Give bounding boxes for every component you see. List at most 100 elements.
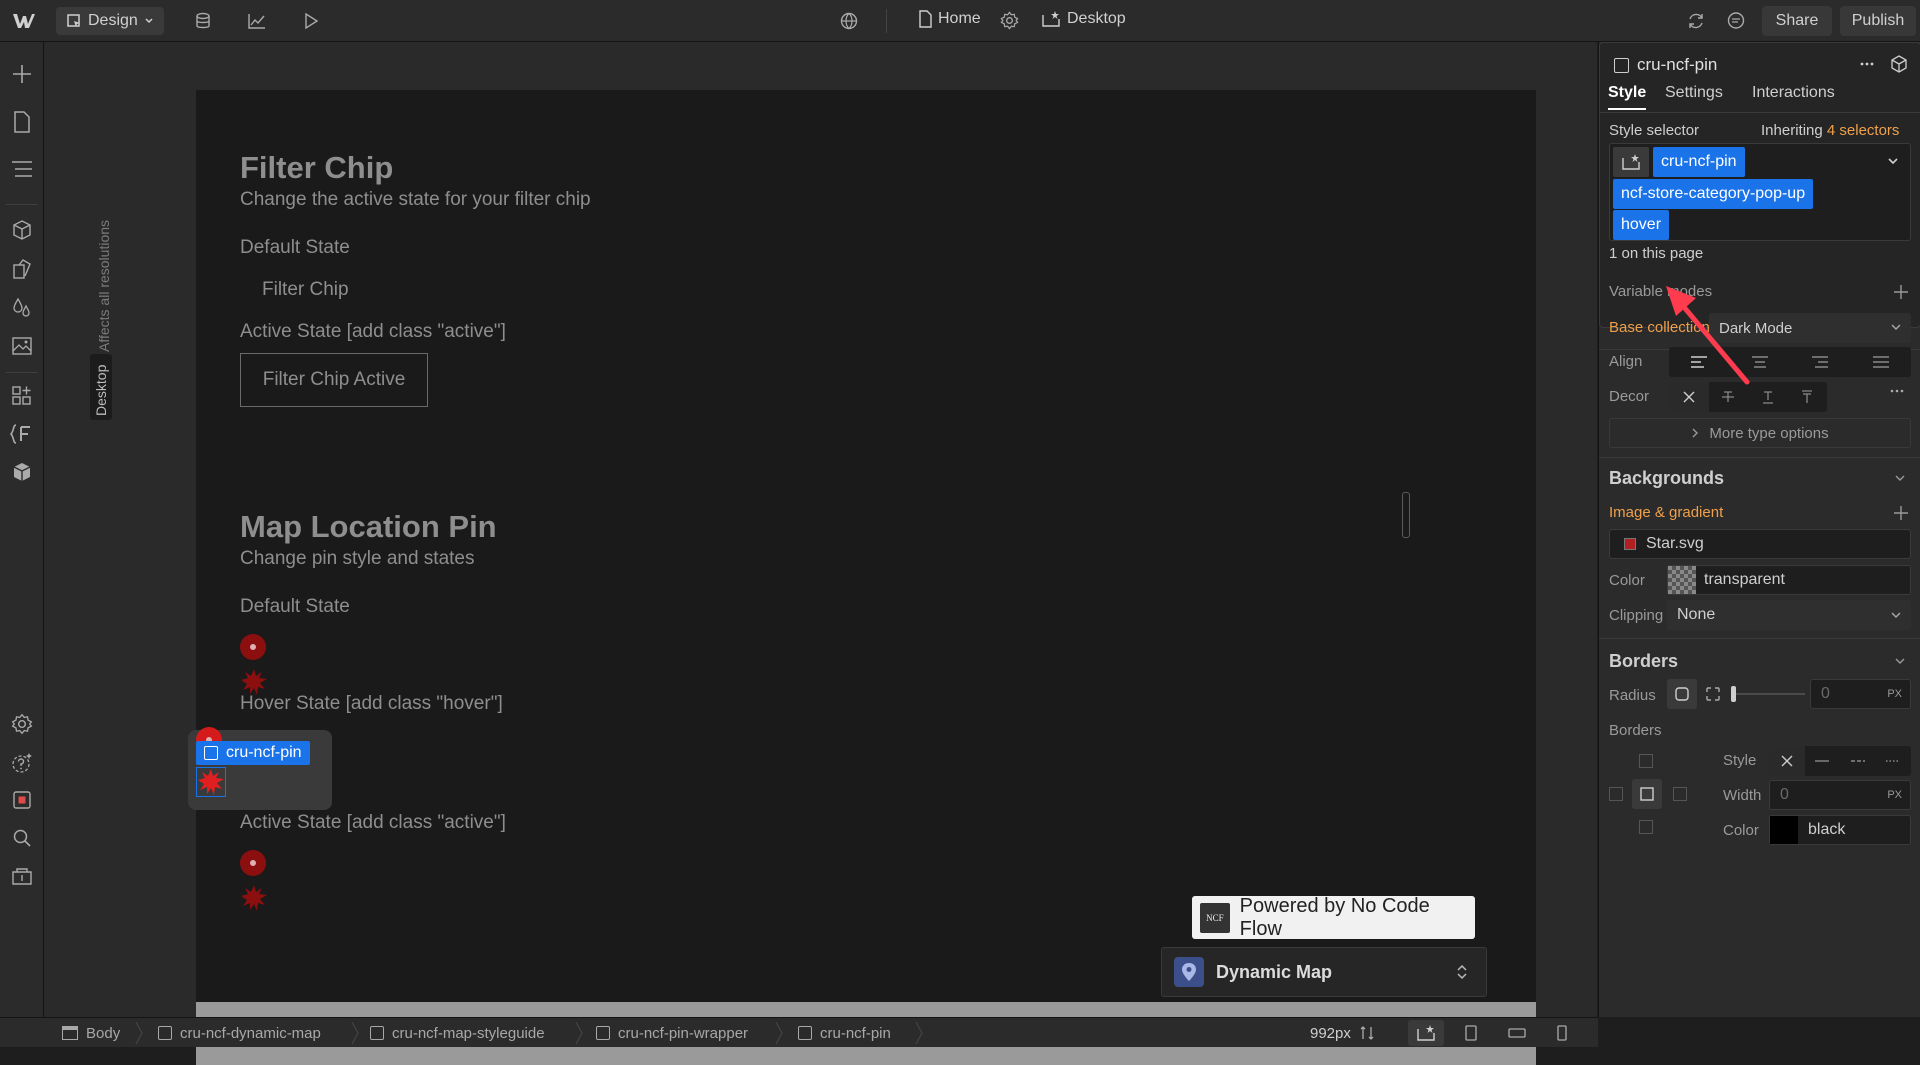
borders-title[interactable]: Borders [1609, 651, 1678, 672]
filter-chip-description: Change the active state for your filter … [240, 189, 591, 210]
overline-icon[interactable] [1788, 382, 1828, 412]
comments-icon[interactable] [1726, 11, 1746, 31]
ncf-badge[interactable]: NCF Powered by No Code Flow [1192, 895, 1475, 940]
element-box-icon [204, 746, 218, 760]
border-bottom-icon[interactable] [1639, 820, 1653, 834]
backgrounds-title[interactable]: Backgrounds [1609, 468, 1724, 489]
align-justify-icon[interactable] [1851, 347, 1912, 377]
globe-icon[interactable] [839, 11, 859, 31]
sidebar-divider [6, 204, 38, 205]
share-button[interactable]: Share [1762, 6, 1832, 36]
selector-chip-combo[interactable]: ncf-store-category-pop-up [1613, 179, 1814, 209]
breadcrumb-pin-wrapper[interactable]: cru-ncf-pin-wrapper [596, 1018, 748, 1048]
canvas-width-readout[interactable]: 992px [1310, 1018, 1375, 1048]
breadcrumb-label: cru-ncf-dynamic-map [180, 1024, 321, 1042]
breakpoint-star-icon[interactable] [1613, 147, 1649, 177]
shortcuts-icon[interactable] [8, 862, 36, 890]
breadcrumb-map-styleguide[interactable]: cru-ncf-map-styleguide [370, 1018, 545, 1048]
analytics-icon[interactable] [247, 12, 267, 30]
inheriting-info[interactable]: Inheriting 4 selectors [1761, 122, 1899, 139]
up-down-chevron-icon[interactable] [1456, 963, 1468, 981]
inheriting-count: 4 selectors [1826, 122, 1900, 139]
border-style-control[interactable] [1769, 746, 1911, 776]
page-settings-gear-icon[interactable] [1000, 11, 1019, 30]
settings-gear-icon[interactable] [8, 710, 36, 738]
tab-settings[interactable]: Settings [1665, 84, 1723, 102]
breadcrumb-pin[interactable]: cru-ncf-pin [798, 1018, 891, 1048]
map-pin-default[interactable] [240, 634, 266, 660]
more-dots-icon[interactable] [1889, 388, 1905, 394]
apps-grid-icon[interactable] [8, 382, 36, 410]
clipping-select[interactable]: None [1667, 600, 1911, 630]
design-mode-button[interactable]: Design [56, 7, 164, 35]
align-right-icon[interactable] [1790, 347, 1851, 377]
navigator-icon[interactable] [8, 155, 36, 183]
radius-slider-handle[interactable] [1731, 686, 1736, 702]
component-cube-icon[interactable] [1889, 54, 1909, 74]
mobile-portrait-icon[interactable] [1556, 1025, 1568, 1041]
preview-play-icon[interactable] [303, 12, 319, 30]
border-none-icon[interactable] [1769, 746, 1805, 776]
publish-button[interactable]: Publish [1840, 6, 1916, 36]
selector-chip-class[interactable]: cru-ncf-pin [1653, 147, 1745, 177]
style-manager-icon[interactable] [8, 255, 36, 283]
breakpoint-selector[interactable]: Desktop [1041, 10, 1126, 28]
variables-drops-icon[interactable] [8, 294, 36, 322]
sync-icon[interactable] [1686, 11, 1706, 31]
selected-element-label[interactable]: cru-ncf-pin [196, 741, 310, 765]
search-icon[interactable] [8, 824, 36, 852]
webflow-logo-icon[interactable] [12, 11, 36, 31]
dynamic-map-component[interactable]: Dynamic Map [1161, 947, 1487, 997]
record-icon[interactable] [8, 786, 36, 814]
add-elements-icon[interactable] [8, 60, 36, 88]
pages-icon[interactable] [8, 108, 36, 136]
selected-star-pin[interactable] [196, 767, 226, 797]
desktop-breakpoint-tab[interactable]: Desktop [90, 354, 112, 420]
more-type-options-button[interactable]: More type options [1609, 418, 1911, 448]
background-image-layer[interactable]: Star.svg [1609, 529, 1911, 559]
cms-box-icon[interactable] [8, 458, 36, 486]
components-cube-icon[interactable] [8, 216, 36, 244]
chevron-down-icon[interactable] [1887, 156, 1899, 166]
desktop-breakpoint-icon[interactable] [1408, 1020, 1444, 1046]
star-pin-icon [198, 769, 224, 795]
border-solid-icon[interactable] [1805, 746, 1841, 776]
decor-label: Decor [1609, 388, 1650, 405]
tablet-breakpoint-icon[interactable] [1464, 1025, 1478, 1041]
chevron-down-icon[interactable] [1895, 657, 1905, 665]
border-dashed-icon[interactable] [1840, 746, 1876, 776]
border-left-icon[interactable] [1609, 787, 1623, 801]
assets-image-icon[interactable] [8, 332, 36, 360]
radius-input[interactable]: 0 PX [1810, 679, 1911, 709]
more-dots-icon[interactable] [1859, 56, 1875, 72]
add-icon[interactable] [1893, 284, 1909, 300]
border-dotted-icon[interactable] [1876, 746, 1912, 776]
radius-all-icon[interactable] [1667, 679, 1697, 709]
database-icon[interactable] [194, 12, 212, 30]
breadcrumb-dynamic-map[interactable]: cru-ncf-dynamic-map [158, 1018, 321, 1048]
bg-color-input[interactable]: transparent [1667, 565, 1911, 595]
selector-chip-state[interactable]: hover [1613, 210, 1670, 240]
border-all-icon[interactable] [1632, 779, 1662, 809]
mobile-landscape-icon[interactable] [1508, 1027, 1526, 1039]
radius-slider-track[interactable] [1733, 693, 1805, 695]
help-icon[interactable] [8, 749, 36, 777]
chevron-down-icon[interactable] [1895, 474, 1905, 482]
filter-chip[interactable]: Filter Chip [262, 279, 349, 301]
radius-individual-icon[interactable] [1705, 686, 1721, 702]
finsweet-attributes-icon[interactable] [8, 420, 36, 448]
border-right-icon[interactable] [1673, 787, 1687, 801]
border-top-icon[interactable] [1639, 754, 1653, 768]
border-color-input[interactable]: black [1769, 815, 1911, 845]
map-pin-active[interactable] [240, 850, 266, 876]
tab-style[interactable]: Style [1608, 84, 1646, 102]
resize-handle[interactable] [1402, 492, 1410, 538]
breadcrumb-body[interactable]: Body [62, 1018, 120, 1048]
tab-interactions[interactable]: Interactions [1752, 84, 1835, 102]
page-selector[interactable]: Home [918, 10, 981, 28]
filter-chip-active[interactable]: Filter Chip Active [240, 353, 428, 407]
add-icon[interactable] [1893, 505, 1909, 521]
body-icon [62, 1026, 78, 1040]
border-width-input[interactable]: 0 PX [1769, 780, 1911, 810]
design-canvas[interactable]: Affects all resolutions Desktop Filter C… [44, 42, 1597, 1065]
